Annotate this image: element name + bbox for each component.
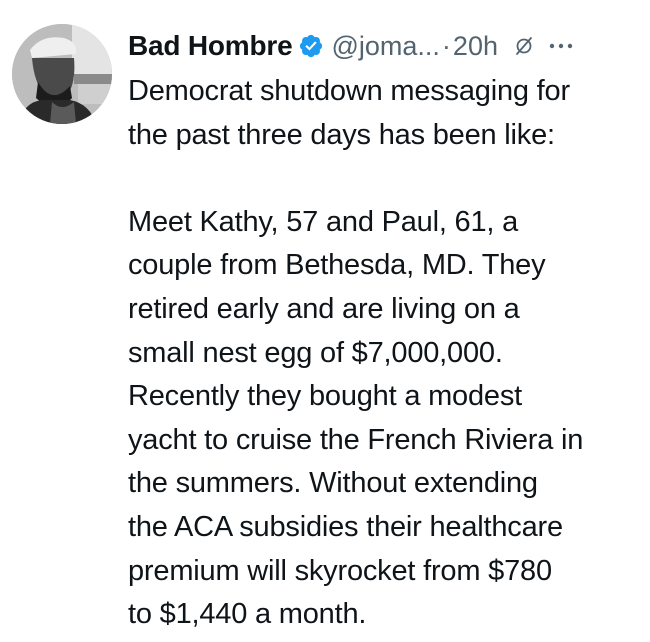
text-line: to $1,440 a month.: [128, 598, 367, 631]
text-line: Meet Kathy, 57 and Paul, 61, a: [128, 205, 519, 238]
grok-slash-circle-icon[interactable]: [514, 36, 534, 56]
text-line: premium will skyrocket from $780: [128, 554, 552, 587]
tweet-paragraph: Meet Kathy, 57 and Paul, 61, a couple fr…: [128, 201, 646, 637]
text-line: small nest egg of $7,000,000.: [128, 336, 503, 369]
text-line: the summers. Without extending: [128, 467, 538, 500]
tweet-text: Democrat shutdown messaging for the past…: [128, 70, 646, 637]
text-line: Democrat shutdown messaging for: [128, 75, 570, 107]
timestamp[interactable]: 20h: [453, 31, 498, 62]
text-line: retired early and are living on a: [128, 292, 520, 325]
tweet-header: Bad Hombre @joma... · 20h: [128, 26, 643, 66]
display-name[interactable]: Bad Hombre: [128, 30, 293, 62]
handle[interactable]: @joma...: [331, 31, 439, 62]
avatar[interactable]: [12, 24, 112, 124]
text-line: yacht to cruise the French Riviera in: [128, 423, 584, 456]
more-options-icon[interactable]: [548, 41, 574, 51]
text-line: the past three days has been like:: [128, 118, 555, 151]
text-line: Recently they bought a modest: [128, 380, 522, 413]
tweet[interactable]: Bad Hombre @joma... · 20h Democrat shutd…: [0, 0, 650, 642]
avatar-photo: [12, 24, 112, 124]
text-line: the ACA subsidies their healthcare: [128, 510, 563, 543]
tweet-paragraph: Democrat shutdown messaging for the past…: [128, 70, 646, 157]
verified-badge-icon[interactable]: [298, 33, 324, 59]
text-line: couple from Bethesda, MD. They: [128, 249, 546, 282]
separator-dot: ·: [441, 30, 451, 61]
